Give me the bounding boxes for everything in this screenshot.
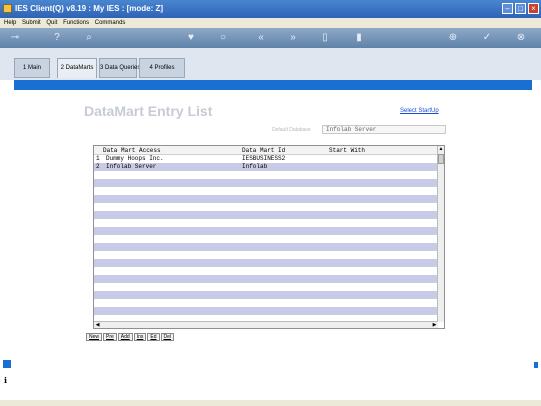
table-row[interactable]: 1 Dummy Hoops Inc. IESBUSINESS2 xyxy=(94,155,438,163)
table-row-empty[interactable] xyxy=(94,291,438,299)
row-number: 2 xyxy=(96,163,100,170)
table-row[interactable]: 2 Infolab Server Infolab xyxy=(94,163,438,171)
app-icon xyxy=(3,4,12,13)
table-row-empty[interactable] xyxy=(94,275,438,283)
cell-id[interactable]: IESBUSINESS2 xyxy=(242,155,285,163)
window-icon[interactable]: ▮ xyxy=(352,32,366,44)
key-icon[interactable]: ⊸ xyxy=(8,32,22,44)
cell-access[interactable]: Dummy Hoops Inc. xyxy=(106,155,164,163)
maximize-button[interactable]: □ xyxy=(515,3,526,14)
help-icon[interactable]: ? xyxy=(50,32,64,44)
back-icon[interactable]: « xyxy=(254,32,268,44)
close-window-button[interactable]: × xyxy=(528,3,539,14)
check-icon[interactable]: ✓ xyxy=(480,32,494,44)
edit-button[interactable]: Ed xyxy=(147,333,160,341)
menu-commands[interactable]: Commands xyxy=(95,18,126,28)
table-row-empty[interactable] xyxy=(94,251,438,259)
scroll-right-icon[interactable]: ▶ xyxy=(431,322,438,328)
menu-quit[interactable]: Quit xyxy=(46,18,57,28)
table-row-empty[interactable] xyxy=(94,187,438,195)
horizontal-scrollbar[interactable]: ◀ ▶ xyxy=(94,321,438,328)
table-row-empty[interactable] xyxy=(94,243,438,251)
title-bar: IES Client(Q) v8.19 : My IES : [mode: Z]… xyxy=(0,0,541,18)
datamart-grid[interactable]: Data Mart Access Data Mart Id Start With… xyxy=(93,145,445,329)
cell-id[interactable]: Infolab xyxy=(242,163,267,171)
menu-functions[interactable]: Functions xyxy=(63,18,89,28)
table-row-empty[interactable] xyxy=(94,195,438,203)
menu-bar: Help Submit Quit Functions Commands xyxy=(0,18,541,28)
tab-area: 1 Main 2 DataMarts 3 Data Queries 4 Prof… xyxy=(0,48,541,80)
scroll-left-icon[interactable]: ◀ xyxy=(94,322,101,328)
scroll-up-icon[interactable]: ▲ xyxy=(438,146,444,153)
info-icon[interactable]: ℹ xyxy=(4,376,7,385)
table-row-empty[interactable] xyxy=(94,283,438,291)
table-row-empty[interactable] xyxy=(94,307,438,315)
table-row-empty[interactable] xyxy=(94,235,438,243)
side-marker-icon xyxy=(534,362,538,368)
accent-band xyxy=(14,80,532,90)
delete-button[interactable]: Del xyxy=(160,333,175,341)
table-row-empty[interactable] xyxy=(94,211,438,219)
search-icon[interactable]: ⌕ xyxy=(82,32,96,44)
table-row-empty[interactable] xyxy=(94,179,438,187)
column-header-start[interactable]: Start With xyxy=(329,147,365,154)
scroll-thumb[interactable] xyxy=(438,154,444,164)
grid-actions: New Pre Add Ins Ed Del xyxy=(86,333,175,341)
insert-button[interactable]: Ins xyxy=(133,333,147,341)
tab-datamarts[interactable]: 2 DataMarts xyxy=(57,58,97,78)
default-database-field[interactable]: Infolab Server xyxy=(322,125,446,134)
table-row-empty[interactable] xyxy=(94,299,438,307)
previous-button[interactable]: Pre xyxy=(103,333,117,341)
new-button[interactable]: New xyxy=(86,333,103,341)
grid-rows: 1 Dummy Hoops Inc. IESBUSINESS2 2 Infola… xyxy=(94,155,438,315)
vertical-scrollbar[interactable]: ▲ xyxy=(437,146,444,322)
side-tab-icon[interactable] xyxy=(3,360,11,368)
forward-icon[interactable]: » xyxy=(286,32,300,44)
menu-submit[interactable]: Submit xyxy=(22,18,41,28)
table-row-empty[interactable] xyxy=(94,171,438,179)
table-row-empty[interactable] xyxy=(94,203,438,211)
tab-main[interactable]: 1 Main xyxy=(14,58,50,78)
column-header-id[interactable]: Data Mart Id xyxy=(242,147,285,154)
add-button[interactable]: Add xyxy=(117,333,133,341)
default-database-label: Default Database xyxy=(272,127,311,133)
clock-icon[interactable]: ○ xyxy=(216,32,230,44)
grid-header: Data Mart Access Data Mart Id Start With xyxy=(94,146,438,155)
minimize-button[interactable]: – xyxy=(502,3,513,14)
tab-data-queries[interactable]: 3 Data Queries xyxy=(99,58,140,78)
close-icon[interactable]: ⊗ xyxy=(514,32,528,44)
table-row-empty[interactable] xyxy=(94,227,438,235)
heart-icon[interactable]: ♥ xyxy=(184,32,198,44)
tab-profiles[interactable]: 4 Profiles xyxy=(139,58,185,78)
cell-access[interactable]: Infolab Server xyxy=(106,163,156,171)
table-row-empty[interactable] xyxy=(94,267,438,275)
copy-icon[interactable]: ▯ xyxy=(318,32,332,44)
window-title: IES Client(Q) v8.19 : My IES : [mode: Z] xyxy=(15,4,164,13)
add-icon[interactable]: ⊕ xyxy=(446,32,460,44)
status-bar xyxy=(0,400,541,406)
page-title: DataMart Entry List xyxy=(84,103,213,119)
column-header-access[interactable]: Data Mart Access xyxy=(103,147,161,154)
row-number: 1 xyxy=(96,155,100,162)
select-startup-link[interactable]: Select StartUp xyxy=(400,108,439,114)
table-row-empty[interactable] xyxy=(94,259,438,267)
table-row-empty[interactable] xyxy=(94,219,438,227)
toolbar: ⊸ ? ⌕ ♥ ○ « » ▯ ▮ ⊕ ✓ ⊗ xyxy=(0,28,541,48)
menu-help[interactable]: Help xyxy=(4,18,16,28)
